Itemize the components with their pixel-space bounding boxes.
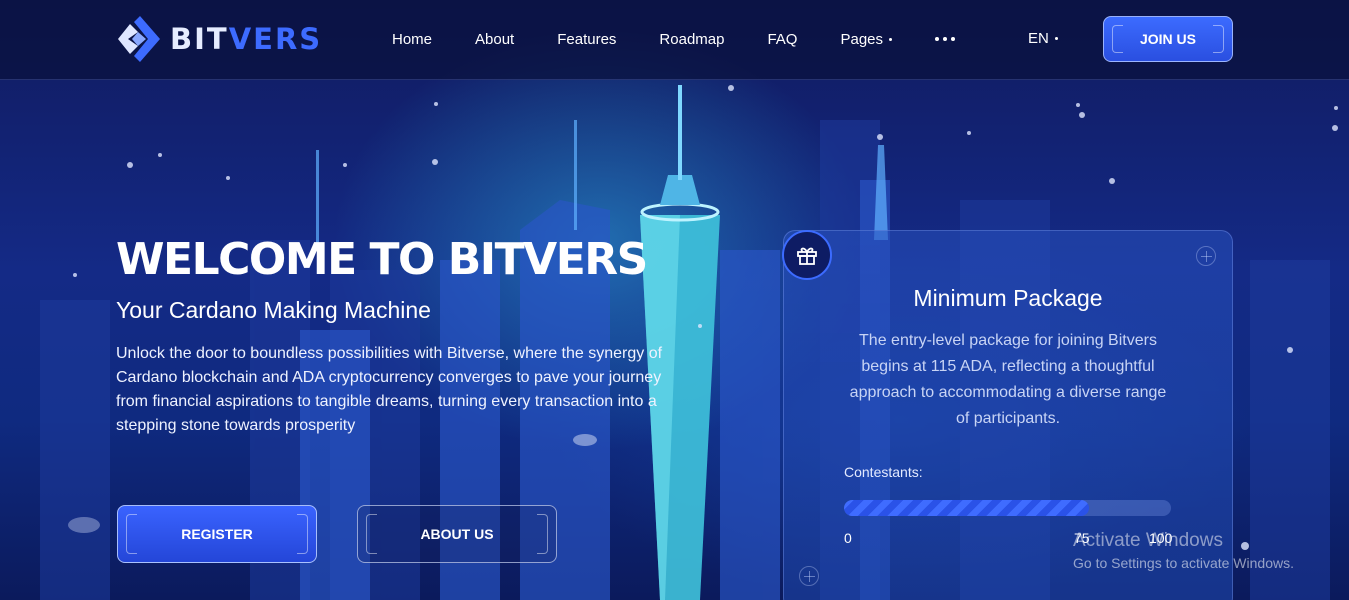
register-button[interactable]: REGISTER — [117, 505, 317, 563]
register-label: REGISTER — [181, 526, 253, 542]
nav-about[interactable]: About — [475, 31, 514, 48]
logo-text-vers: VERS — [228, 22, 323, 56]
logo-mark-icon — [118, 16, 160, 62]
nav-pages[interactable]: Pages — [840, 30, 893, 48]
contestants-progress-bar — [844, 500, 1171, 516]
gift-glyph — [797, 247, 817, 265]
join-us-button[interactable]: JOIN US — [1103, 16, 1233, 62]
about-us-button[interactable]: ABOUT US — [357, 505, 557, 563]
join-us-label: JOIN US — [1139, 31, 1196, 47]
nav-about-label: About — [475, 30, 515, 48]
more-dots-icon[interactable] — [935, 30, 956, 48]
about-us-label: ABOUT US — [420, 526, 494, 542]
plus-circle-icon — [799, 566, 819, 586]
dropdown-dot-icon — [889, 37, 893, 41]
site-header: BITVERS Home About Features Roadmap FAQ … — [0, 0, 1349, 80]
activate-windows-subtitle: Go to Settings to activate Windows. — [1073, 555, 1294, 571]
progress-fill — [844, 500, 1090, 516]
hero-subtitle: Your Cardano Making Machine — [116, 297, 431, 323]
nav-pages-label: Pages — [840, 30, 884, 48]
contestants-label: Contestants: — [844, 464, 923, 480]
language-selector[interactable]: EN — [1028, 30, 1058, 47]
language-label: EN — [1028, 30, 1049, 47]
nav-roadmap-label: Roadmap — [659, 30, 725, 48]
logo-text-bit: BIT — [170, 22, 229, 56]
gift-icon — [782, 230, 832, 280]
main-nav: Home About Features Roadmap FAQ Pages — [392, 30, 998, 48]
bitvers-logo[interactable]: BITVERS — [116, 14, 322, 64]
progress-tick-min: 0 — [844, 530, 852, 546]
nav-faq[interactable]: FAQ — [767, 31, 797, 48]
hero-title: WELCOME TO BITVERS — [116, 234, 648, 285]
plus-circle-icon — [1196, 246, 1216, 266]
nav-features[interactable]: Features — [557, 31, 616, 48]
package-title: Minimum Package — [913, 285, 1103, 311]
nav-home[interactable]: Home — [392, 31, 432, 48]
package-description: The entry-level package for joining Bitv… — [849, 332, 1167, 427]
logo-wordmark: BITVERS — [170, 22, 322, 56]
nav-faq-label: FAQ — [767, 30, 798, 48]
activate-windows-title: Activate Windows — [1073, 530, 1223, 551]
hero-description: Unlock the door to boundless possibiliti… — [116, 345, 663, 434]
nav-features-label: Features — [557, 30, 617, 48]
nav-home-label: Home — [392, 30, 433, 48]
nav-roadmap[interactable]: Roadmap — [659, 31, 724, 48]
dropdown-dot-icon — [1054, 37, 1058, 40]
